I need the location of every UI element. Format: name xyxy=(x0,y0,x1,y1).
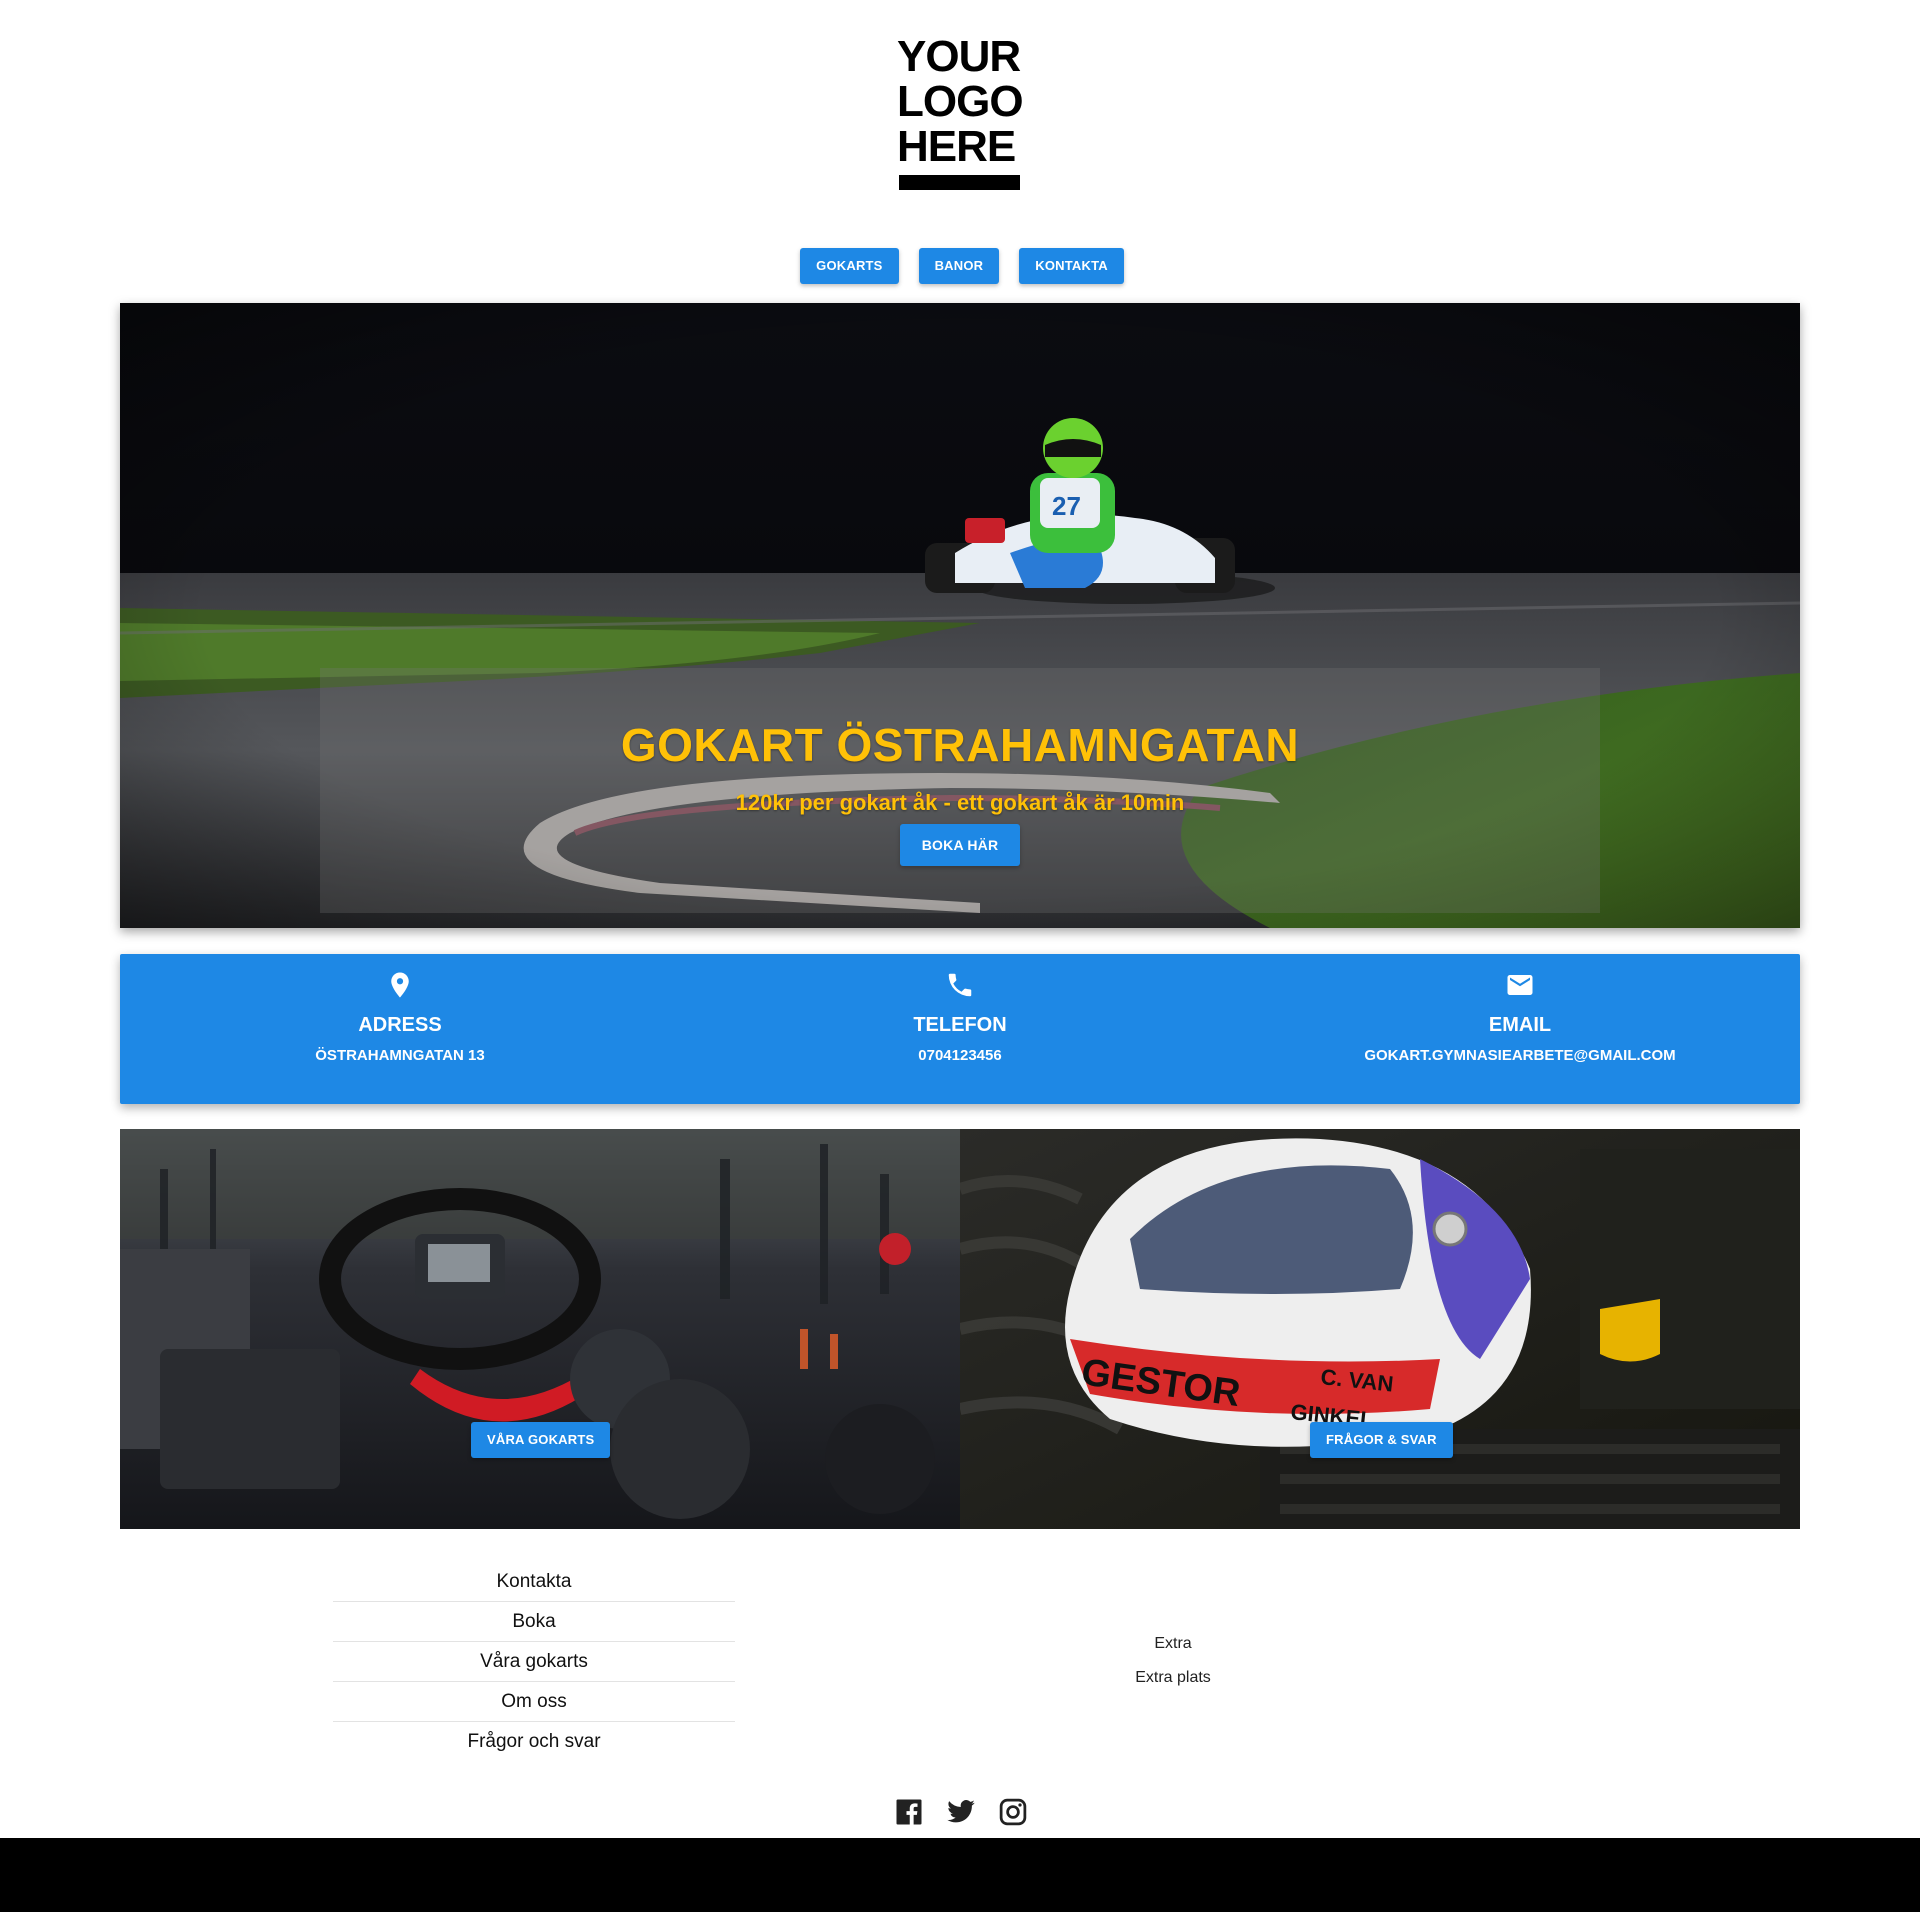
hero-text-panel: GOKART ÖSTRAHAMNGATAN 120kr per gokart å… xyxy=(320,668,1600,913)
logo-line-3: HERE xyxy=(897,122,1016,171)
facebook-icon[interactable] xyxy=(894,1797,924,1827)
logo-line-2: LOGO xyxy=(897,77,1024,126)
info-address-value: ÖSTRAHAMNGATAN 13 xyxy=(315,1047,485,1064)
faq-button[interactable]: FRÅGOR & SVAR xyxy=(1310,1422,1453,1458)
nav-gokarts-button[interactable]: GOKARTS xyxy=(800,248,899,284)
email-icon xyxy=(1507,975,1533,995)
contact-info-bar: ADRESS ÖSTRAHAMNGATAN 13 TELEFON 0704123… xyxy=(120,954,1800,1104)
feature-tiles: VÅRA GOKARTS GESTOR C. VAN GINKEL FRÅGOR… xyxy=(120,1129,1800,1529)
hero-title: GOKART ÖSTRAHAMNGATAN xyxy=(620,719,1300,771)
info-address-title: ADRESS xyxy=(358,1014,442,1036)
helmet-photo: GESTOR C. VAN GINKEL xyxy=(960,1129,1800,1529)
info-email: EMAIL GOKART.GYMNASIEARBETE@GMAIL.COM xyxy=(1240,954,1800,1104)
location-pin-icon xyxy=(391,972,409,998)
our-karts-button[interactable]: VÅRA GOKARTS xyxy=(471,1422,611,1458)
phone-icon xyxy=(948,973,972,997)
kart-steering-photo xyxy=(120,1129,960,1529)
footer-link-boka[interactable]: Boka xyxy=(333,1602,735,1642)
tile-our-karts: VÅRA GOKARTS xyxy=(120,1129,960,1529)
footer-extra: Extra Extra plats xyxy=(1073,1627,1273,1695)
instagram-icon[interactable] xyxy=(998,1797,1028,1827)
info-email-value: GOKART.GYMNASIEARBETE@GMAIL.COM xyxy=(1364,1047,1676,1064)
info-phone-title: TELEFON xyxy=(913,1014,1007,1036)
footer-extra-2: Extra plats xyxy=(1135,1669,1211,1686)
footer-link-vara-gokarts[interactable]: Våra gokarts xyxy=(333,1642,735,1682)
logo: YOUR LOGO HERE xyxy=(897,32,1024,190)
footer-extra-1: Extra xyxy=(1154,1635,1192,1652)
footer-links: Kontakta Boka Våra gokarts Om oss Frågor… xyxy=(333,1562,735,1762)
info-phone: TELEFON 0704123456 xyxy=(680,954,1240,1104)
main-nav: GOKARTS BANOR KONTAKTA xyxy=(0,248,1920,284)
book-here-button[interactable]: BOKA HÄR xyxy=(899,824,1021,866)
footer-link-kontakta[interactable]: Kontakta xyxy=(333,1562,735,1602)
social-links xyxy=(0,1797,1920,1827)
nav-kontakta-button[interactable]: KONTAKTA xyxy=(1019,248,1124,284)
logo-underline xyxy=(899,175,1020,190)
hero-banner: 27 GOKART ÖSTRAHAMNGATAN 120kr per gokar… xyxy=(120,303,1800,928)
logo-line-1: YOUR xyxy=(897,32,1021,81)
footer-link-fragor-och-svar[interactable]: Frågor och svar xyxy=(333,1722,735,1762)
hero-subtitle: 120kr per gokart åk - ett gokart åk är 1… xyxy=(735,790,1185,815)
info-email-title: EMAIL xyxy=(1488,1014,1552,1036)
twitter-icon[interactable] xyxy=(946,1797,976,1827)
footer-link-om-oss[interactable]: Om oss xyxy=(333,1682,735,1722)
info-phone-value: 0704123456 xyxy=(918,1047,1002,1064)
info-address: ADRESS ÖSTRAHAMNGATAN 13 xyxy=(120,954,680,1104)
nav-banor-button[interactable]: BANOR xyxy=(918,248,1000,284)
tile-faq: GESTOR C. VAN GINKEL FRÅGOR & SVAR xyxy=(960,1129,1800,1529)
footer-bar xyxy=(0,1838,1920,1912)
